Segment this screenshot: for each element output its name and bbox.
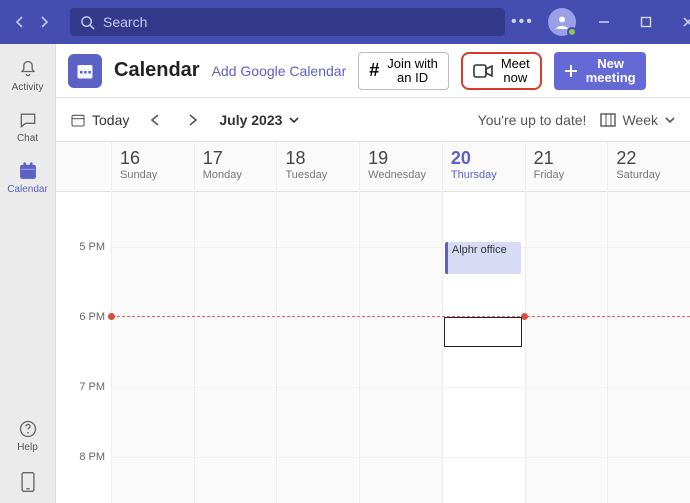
sidebar-label: Chat [17,133,38,144]
hour-label: 8 PM [79,451,105,463]
meet-now-button[interactable]: Meet now [461,52,542,90]
more-options-button[interactable]: ••• [511,13,534,31]
calendar-small-icon [70,112,86,128]
calendar-toolbar: Calendar Add Google Calendar # Join with… [56,44,690,98]
calendar-app-icon [68,54,102,88]
sidebar-item-activity[interactable]: Activity [4,54,52,97]
day-column-thursday[interactable]: 20Thursday Alphr office [443,142,526,503]
sidebar-label: Activity [12,82,44,93]
chevron-down-icon [664,115,676,125]
presence-icon [567,27,577,37]
main-content: Calendar Add Google Calendar # Join with… [56,44,690,503]
hour-label: 5 PM [79,241,105,253]
forward-button[interactable] [34,12,54,32]
new-meeting-button[interactable]: New meeting [554,52,646,90]
calendar-event[interactable]: Alphr office [445,242,521,274]
add-google-calendar-link[interactable]: Add Google Calendar [212,63,347,79]
week-view-icon [600,113,616,127]
help-icon [18,418,38,440]
sidebar-label: Help [17,442,38,453]
time-gutter: 5 PM 6 PM 7 PM 8 PM [56,142,112,503]
sync-status: You're up to date! [478,112,587,128]
calendar-subbar: Today July 2023 You're up to date! [56,98,690,142]
history-nav [10,12,54,32]
bell-icon [18,58,38,80]
view-switcher[interactable]: Week [600,112,676,128]
hour-label: 6 PM [79,311,105,323]
sidebar-item-help[interactable]: Help [4,414,52,457]
sidebar-item-calendar[interactable]: Calendar [4,156,52,199]
search-box[interactable] [70,8,505,36]
day-column-friday[interactable]: 21Friday [526,142,609,503]
sidebar-item-device[interactable] [4,467,52,493]
back-button[interactable] [10,12,30,32]
chat-icon [18,109,38,131]
title-bar: ••• [0,0,690,44]
day-columns: 16Sunday 17Monday 18Tuesday 19Wednesday … [112,142,690,503]
prev-week-button[interactable] [143,108,167,132]
sidebar-item-chat[interactable]: Chat [4,105,52,148]
page-title: Calendar [114,59,200,82]
selected-time-slot[interactable] [444,317,522,347]
device-icon [19,471,37,493]
day-column-wednesday[interactable]: 19Wednesday [360,142,443,503]
join-with-id-button[interactable]: # Join with an ID [358,52,449,90]
sidebar-label: Calendar [7,184,48,195]
user-avatar[interactable] [548,8,576,36]
video-icon [473,64,493,78]
hash-icon: # [369,60,379,81]
plus-icon [564,64,578,78]
search-icon [80,15,95,30]
sidebar: Activity Chat Calendar Help [0,44,56,503]
maximize-button[interactable] [632,8,660,36]
calendar-grid[interactable]: 5 PM 6 PM 7 PM 8 PM 16Sunday 17Monday [56,142,690,503]
hour-label: 7 PM [79,381,105,393]
minimize-button[interactable] [590,8,618,36]
today-button[interactable]: Today [70,112,129,128]
day-column-sunday[interactable]: 16Sunday [112,142,195,503]
close-button[interactable] [674,8,690,36]
month-picker[interactable]: July 2023 [219,112,300,128]
search-input[interactable] [103,14,495,30]
day-column-monday[interactable]: 17Monday [195,142,278,503]
day-column-saturday[interactable]: 22Saturday [608,142,690,503]
current-time-indicator [112,316,690,317]
chevron-down-icon [288,115,300,125]
calendar-icon [18,160,38,182]
next-week-button[interactable] [181,108,205,132]
day-column-tuesday[interactable]: 18Tuesday [277,142,360,503]
